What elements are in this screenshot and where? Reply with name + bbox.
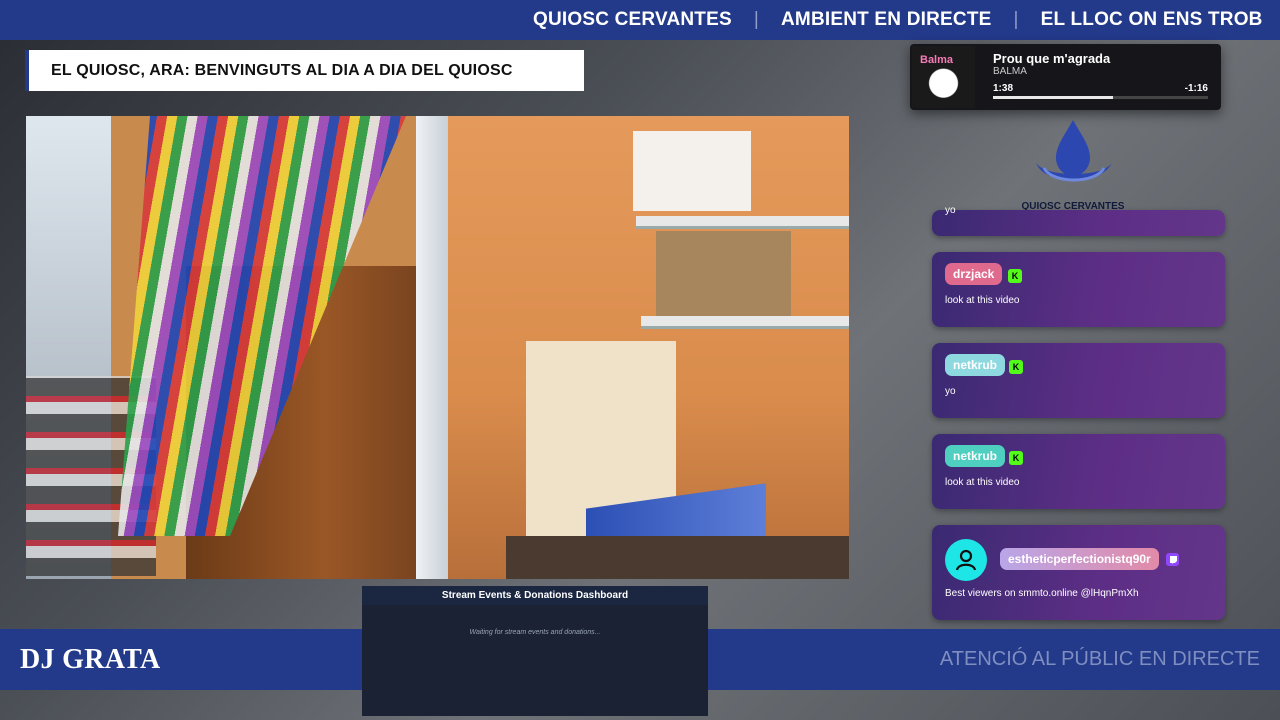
- video-box: [656, 231, 791, 321]
- kick-icon: K: [1009, 451, 1023, 465]
- kick-icon: K: [1009, 360, 1023, 374]
- chat-message-text: yo: [945, 386, 956, 397]
- dj-name: DJ GRATA: [20, 644, 161, 675]
- logo-drop-icon: [1036, 120, 1112, 182]
- top-ticker: QUIOSC CERVANTES | AMBIENT EN DIRECTE | …: [0, 0, 1280, 40]
- track-artist: BALMA: [993, 66, 1027, 77]
- headline-banner: EL QUIOSC, ARA: BENVINGUTS AL DIA A DIA …: [25, 50, 584, 91]
- track-progress-bar: [993, 96, 1208, 99]
- chat-message-text: look at this video: [945, 477, 1020, 488]
- chat-message-card: yo: [932, 205, 1225, 236]
- video-counter: [506, 536, 849, 579]
- dashboard-status: Waiting for stream events and donations.…: [469, 629, 601, 636]
- kick-icon: K: [1008, 269, 1022, 283]
- video-shelf: [636, 216, 849, 229]
- album-art: Balma: [912, 46, 975, 108]
- bottom-ticker-text: ATENCIÓ AL PÚBLIC EN DIRECTE: [939, 648, 1260, 670]
- track-progress-fill: [993, 96, 1114, 99]
- brand-logo: QUIOSC CERVANTES: [1012, 116, 1134, 212]
- track-title: Prou que m'agrada: [993, 51, 1111, 66]
- chat-message-card: netkrub K look at this video: [932, 434, 1225, 509]
- track-elapsed: 1:38: [993, 83, 1014, 94]
- chat-username[interactable]: netkrub: [945, 354, 1006, 376]
- ticker-item: QUIOSC CERVANTES: [533, 9, 732, 30]
- chat-message-text: Best viewers on smmto.online @lHqnPmXh: [945, 588, 1139, 599]
- twitch-icon: [1166, 553, 1179, 566]
- chat-message-card: drzjack K look at this video: [932, 252, 1225, 327]
- ticker-separator: |: [1013, 9, 1019, 30]
- video-box: [633, 131, 751, 211]
- chat-username[interactable]: drzjack: [945, 263, 1003, 285]
- now-playing-card: Balma Prou que m'agrada BALMA 1:38 -1:16: [910, 44, 1221, 110]
- dashboard-title: Stream Events & Donations Dashboard: [362, 586, 708, 605]
- webcam-feed: [26, 116, 849, 579]
- video-pillar: [416, 116, 448, 579]
- video-shelf: [641, 316, 849, 329]
- chat-username[interactable]: netkrub: [945, 445, 1006, 467]
- track-remaining: -1:16: [1184, 83, 1208, 94]
- ticker-separator: |: [753, 9, 759, 30]
- chat-message-card: estheticperfectionistq90r Best viewers o…: [932, 525, 1225, 620]
- ticker-item: AMBIENT EN DIRECTE: [781, 9, 992, 30]
- user-avatar-icon: [945, 539, 987, 581]
- ticker-item: EL LLOC ON ENS TROB: [1040, 9, 1263, 30]
- donations-dashboard: Stream Events & Donations Dashboard Wait…: [362, 586, 708, 716]
- ticker-track: QUIOSC CERVANTES | AMBIENT EN DIRECTE | …: [533, 0, 1263, 40]
- chat-message-text: yo: [945, 205, 956, 216]
- chat-message-card: netkrub K yo: [932, 343, 1225, 418]
- chat-username[interactable]: estheticperfectionistq90r: [1000, 548, 1159, 570]
- headline-text: EL QUIOSC, ARA: BENVINGUTS AL DIA A DIA …: [51, 61, 513, 79]
- album-art-text: Balma: [920, 54, 954, 66]
- chat-message-text: look at this video: [945, 295, 1020, 306]
